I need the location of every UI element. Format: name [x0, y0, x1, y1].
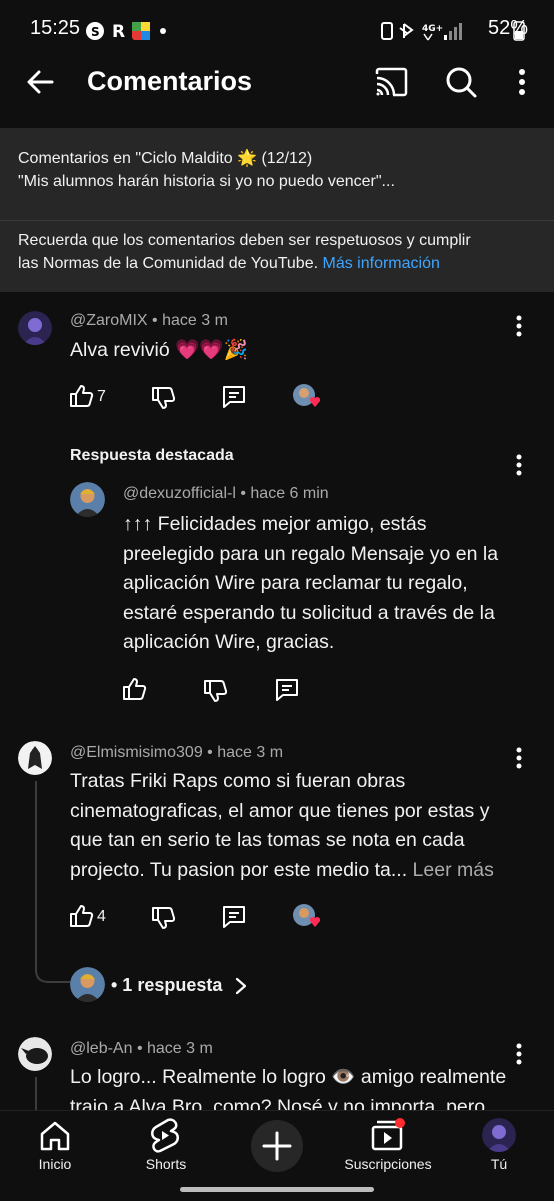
comment-text-line-last: projecto. Tu pasion por este medio ta...…: [70, 856, 540, 886]
view-replies-button[interactable]: • 1 respuesta: [111, 975, 222, 996]
reply-handle[interactable]: @dexuzofficial-l: [123, 485, 236, 502]
nav-label-shorts[interactable]: Shorts: [130, 1156, 202, 1172]
comment-handle[interactable]: @ZaroMIX: [70, 312, 148, 329]
home-icon[interactable]: [38, 1119, 72, 1153]
avatar-leb-an[interactable]: [18, 1037, 52, 1071]
comment-text-line: que tan en serio te las tomas se nota en…: [70, 829, 465, 851]
comment-time: hace 3 m: [217, 744, 284, 761]
more-vert-icon[interactable]: [510, 68, 534, 96]
reply-icon[interactable]: [274, 677, 300, 703]
svg-text:R: R: [112, 22, 125, 42]
comment-text: Tratas Friki Raps como si fueran obras c…: [70, 767, 540, 885]
notification-icons: S R: [86, 22, 166, 42]
creator-heart-icon: [293, 904, 321, 927]
like-icon[interactable]: [121, 676, 147, 702]
thread-line: [35, 1077, 37, 1110]
subscriptions-icon[interactable]: [370, 1117, 408, 1153]
thread-line: [35, 781, 37, 971]
reply-meta: @dexuzofficial-l • hace 6 min: [123, 485, 329, 502]
system-status-icons: 4G+: [381, 22, 462, 41]
reply-text-line: aplicación Wire, gracias.: [123, 631, 335, 653]
back-arrow-icon[interactable]: [24, 66, 56, 98]
like-icon[interactable]: [68, 903, 94, 929]
dislike-icon[interactable]: [202, 678, 228, 704]
reply-text-line: preelegido para un regalo Mensaje yo en …: [123, 542, 499, 565]
video-title-line2: "Mis alumnos harán historia si yo no pue…: [18, 173, 395, 190]
comment-text: Alva revivió 💗💗🎉: [70, 339, 248, 361]
reply-text: ↑↑↑ Felicidades mejor amigo, estás preel…: [123, 510, 543, 658]
comment-handle[interactable]: @leb-An: [70, 1040, 133, 1057]
video-info-panel: Comentarios en "Ciclo Maldito 🌟 (12/12) …: [0, 128, 554, 292]
gesture-bar: [180, 1187, 374, 1192]
page-title: Comentarios: [87, 66, 253, 96]
comment-time: hace 3 m: [162, 312, 228, 329]
nav-label-home[interactable]: Inicio: [20, 1156, 90, 1172]
dislike-icon[interactable]: [150, 385, 176, 411]
dislike-icon[interactable]: [150, 905, 176, 931]
avatar-elmismisimo[interactable]: [18, 741, 52, 775]
search-icon[interactable]: [444, 65, 478, 99]
comment-text-line: cinematograficas, el amor que tienes por…: [70, 799, 490, 822]
status-bar: 15:25 S R 4G+ 52%: [0, 0, 554, 60]
like-icon[interactable]: [68, 383, 94, 409]
comment-text-line: Lo logro... Realmente lo logro 👁️ amigo …: [70, 1066, 507, 1088]
more-info-link[interactable]: Más información: [323, 255, 440, 272]
add-icon[interactable]: [251, 1120, 303, 1172]
svg-text:S: S: [91, 25, 100, 39]
reply-icon[interactable]: [221, 904, 247, 930]
reply-text-line: estaré esperando tu solicitud a través d…: [123, 601, 495, 624]
notice-text: las Normas de la Comunidad de YouTube.: [18, 255, 319, 272]
creator-heart-icon: [293, 384, 321, 407]
reply-text-line: aplicación Wire para reclamar tu regalo,: [123, 572, 468, 594]
comment-meta: @Elmismisimo309 • hace 3 m: [70, 744, 284, 761]
reply-avatar: [70, 967, 105, 1002]
comment-text-line: Tratas Friki Raps como si fueran obras: [70, 770, 406, 792]
svg-text:4G+: 4G+: [422, 24, 443, 34]
comment-time: hace 3 m: [147, 1040, 213, 1057]
read-more-link[interactable]: Leer más: [413, 859, 494, 881]
video-title-line1: Comentarios en "Ciclo Maldito 🌟 (12/12): [18, 150, 313, 167]
profile-avatar[interactable]: [482, 1118, 516, 1152]
like-count: 7: [97, 388, 106, 405]
comment-handle[interactable]: @Elmismisimo309: [70, 744, 203, 761]
battery-icon: [513, 21, 525, 41]
shorts-icon[interactable]: [148, 1117, 182, 1155]
divider: [0, 220, 554, 221]
chevron-right-icon[interactable]: [233, 976, 249, 996]
avatar-dexuz[interactable]: [70, 482, 105, 517]
nav-label-subscriptions[interactable]: Suscripciones: [338, 1156, 438, 1172]
comment-meta: @leb-An • hace 3 m: [70, 1040, 213, 1057]
reply-text-line: ↑↑↑ Felicidades mejor amigo, estás: [123, 513, 427, 535]
reply-time: hace 6 min: [250, 485, 329, 502]
bottom-navigation: Inicio Shorts Suscripciones Tú: [0, 1110, 554, 1201]
comment-meta: @ZaroMIX • hace 3 m: [70, 312, 228, 329]
cast-icon[interactable]: [373, 66, 409, 98]
avatar-zaromix[interactable]: [18, 311, 52, 345]
featured-more-icon[interactable]: [507, 453, 531, 477]
thread-curve: [35, 960, 71, 983]
like-count: 4: [97, 908, 106, 925]
nav-label-you[interactable]: Tú: [474, 1156, 524, 1172]
featured-reply-label: Respuesta destacada: [70, 447, 234, 464]
status-time: 15:25: [30, 17, 81, 39]
notice-line2: las Normas de la Comunidad de YouTube. M…: [18, 252, 440, 275]
comment-text-line: projecto. Tu pasion por este medio ta...: [70, 858, 408, 881]
comment-more-icon[interactable]: [507, 314, 531, 338]
reply-icon[interactable]: [221, 384, 247, 410]
notice-line1: Recuerda que los comentarios deben ser r…: [18, 232, 471, 249]
replies-count-label: • 1 respuesta: [111, 975, 223, 995]
